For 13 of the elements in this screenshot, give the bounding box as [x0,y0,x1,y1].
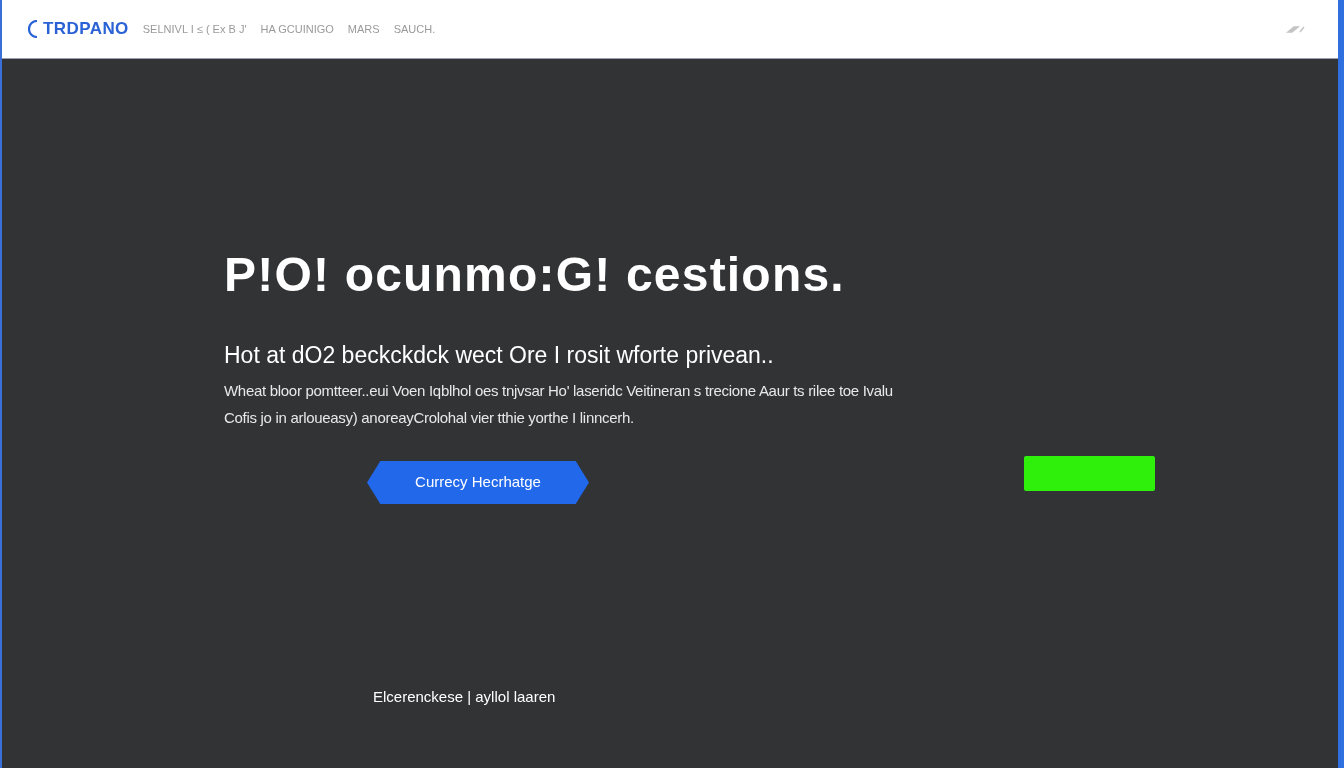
logo[interactable]: TRDPANO [43,16,129,42]
action-button[interactable] [1024,456,1155,491]
hero-title: P!O! ocunmo:G! cestions. [224,251,846,299]
exchange-button[interactable]: Currecy Hecrhatge [367,461,589,504]
body-text: Wheat bloor pomtteer..eui Voen Iqblhol oes tnjvsar Ho' laseridc Veitineran s trecione Aaur ts rilee toe Ivalu [224,381,894,401]
body-text: Cofis jo in arloueasy) anoreayCrolohal vier tthie yorthe I linncerh. [224,408,635,428]
crescent-icon [28,20,40,38]
nav-link[interactable]: MARS [347,20,380,38]
nav-link[interactable]: SAUCH. [393,20,436,38]
footer-text: Elcerenckese | ayllol laaren [373,687,557,707]
nav-link[interactable]: SELNIVL I ≤ ( Ex B J' [142,20,247,38]
hero-subtitle: Hot at dO2 beckckdck wect Ore I rosit wforte privean.. [224,344,775,367]
nav-link[interactable]: HA GCUINIGO [260,20,334,38]
